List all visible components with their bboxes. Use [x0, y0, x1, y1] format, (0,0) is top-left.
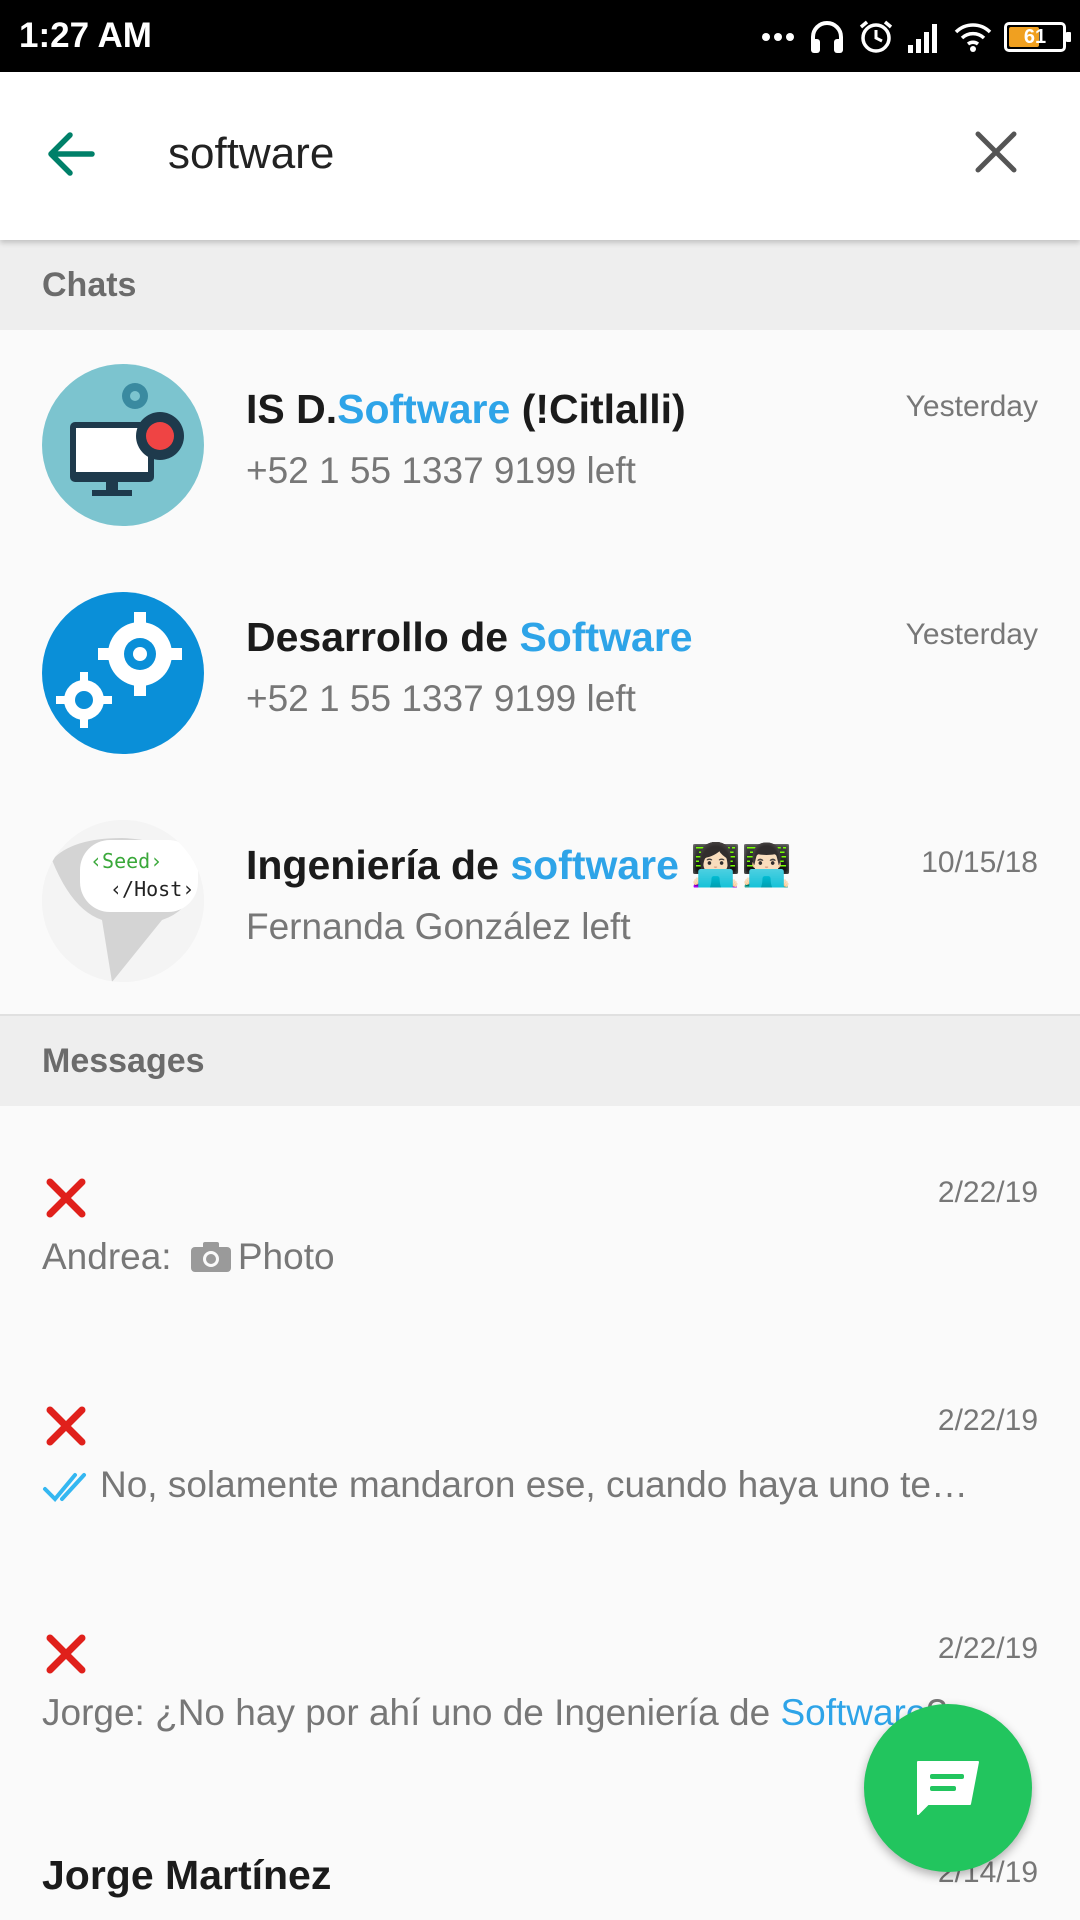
- svg-text:‹/Host›: ‹/Host›: [110, 877, 194, 901]
- section-title-messages: Messages: [42, 1042, 205, 1080]
- message-time: 2/22/19: [937, 1176, 1038, 1209]
- chat-row[interactable]: ‹Seed› ‹/Host› Ingeniería de software 👩🏻…: [0, 786, 1080, 1014]
- section-header-messages: Messages: [0, 1016, 1080, 1106]
- chat-subtitle: +52 1 55 1337 9199 left: [246, 450, 636, 491]
- section-title-chats: Chats: [42, 266, 137, 304]
- message-text: Jorge: ¿No hay por ahí uno de Ingeniería…: [42, 1692, 947, 1733]
- message-text: No, solamente mandaron ese, cuando haya …: [42, 1464, 1002, 1506]
- chat-name: IS D.Software (!Citlalli): [246, 386, 686, 432]
- new-chat-icon: [917, 1761, 979, 1815]
- chat-name: Ingeniería de software 👩🏻‍💻👨🏻‍💻: [246, 842, 793, 888]
- chat-row[interactable]: IS D.Software (!Citlalli) +52 1 55 1337 …: [0, 330, 1080, 558]
- message-time: 2/22/19: [937, 1632, 1038, 1665]
- alarm-icon: [859, 20, 893, 53]
- arrow-left-icon: [48, 132, 95, 176]
- chat-name: Desarrollo de Software: [246, 614, 693, 660]
- chat-row[interactable]: Desarrollo de Software +52 1 55 1337 919…: [0, 558, 1080, 786]
- red-x-icon: [46, 1634, 86, 1674]
- message-time: 2/22/19: [937, 1404, 1038, 1437]
- new-chat-button[interactable]: [864, 1704, 1032, 1872]
- status-icons: 61: [760, 16, 1071, 58]
- search-bar: [0, 72, 1080, 240]
- chat-avatar: ‹Seed› ‹/Host›: [42, 820, 204, 982]
- red-x-icon: [46, 1406, 86, 1446]
- close-icon: [975, 131, 1017, 173]
- battery-icon: 61: [1004, 22, 1071, 52]
- status-bar: 1:27 AM 61: [0, 0, 1080, 72]
- more-dots-icon: [762, 33, 794, 41]
- contact-name[interactable]: Jorge Martínez: [42, 1852, 331, 1899]
- clear-search-button[interactable]: [968, 124, 1024, 180]
- message-row[interactable]: 2/22/19 No, solamente mandaron ese, cuan…: [0, 1334, 1080, 1562]
- chat-time: Yesterday: [905, 390, 1038, 423]
- chat-avatar: [42, 364, 204, 526]
- battery-level: 61: [1023, 26, 1047, 48]
- signal-icon: [908, 24, 937, 53]
- double-check-icon: [43, 1473, 86, 1502]
- chat-time: 10/15/18: [921, 846, 1038, 879]
- message-text: Andrea: Photo: [42, 1236, 335, 1277]
- search-input[interactable]: [168, 118, 928, 190]
- chat-time: Yesterday: [905, 618, 1038, 651]
- headphones-icon: [811, 21, 843, 53]
- chat-avatar: [42, 592, 204, 754]
- section-header-chats: Chats: [0, 240, 1080, 330]
- svg-text:‹Seed›: ‹Seed›: [90, 849, 162, 873]
- red-x-icon: [46, 1178, 86, 1218]
- gears-icon: [42, 592, 204, 754]
- chat-subtitle: +52 1 55 1337 9199 left: [246, 678, 636, 719]
- message-row[interactable]: 2/22/19 Andrea: Photo: [0, 1106, 1080, 1334]
- status-time: 1:27 AM: [19, 16, 152, 55]
- chat-subtitle: Fernanda González left: [246, 906, 631, 947]
- seed-host-logo: ‹Seed› ‹/Host›: [42, 820, 204, 982]
- camera-icon: [190, 1242, 231, 1272]
- wifi-icon: [954, 23, 992, 52]
- monitor-gear-icon: [42, 364, 204, 526]
- back-button[interactable]: [40, 122, 104, 186]
